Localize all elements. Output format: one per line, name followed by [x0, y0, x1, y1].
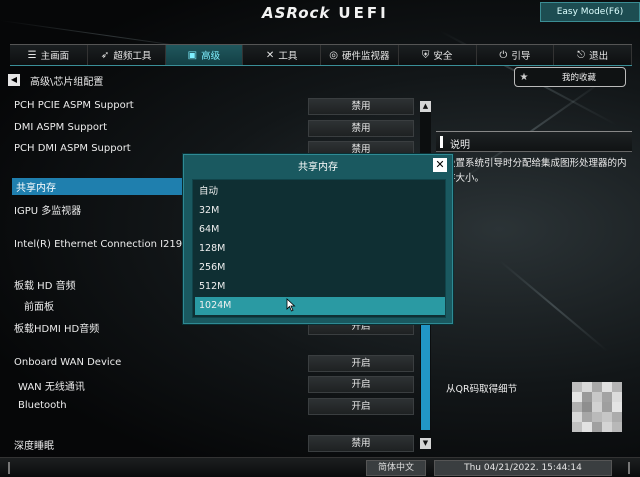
setting-label: Onboard WAN Device — [14, 357, 122, 368]
scrollbar-thumb[interactable] — [421, 318, 430, 430]
language-button[interactable]: 简体中文 — [366, 460, 426, 476]
description-marker — [440, 136, 443, 148]
list-icon: ☰ — [27, 49, 37, 61]
option-item-selected[interactable]: 1024M — [195, 297, 445, 315]
description-header: 说明 — [436, 131, 632, 152]
setting-value-dropdown[interactable]: 禁用 — [308, 435, 414, 452]
status-footer: 简体中文 Thu 04/21/2022. 15:44:14 — [0, 457, 640, 477]
qr-code-label: 从QR码取得细节 — [446, 384, 518, 395]
shield-icon: ⛨ — [421, 49, 430, 61]
tab-security[interactable]: ⛨ 安全 — [398, 45, 477, 65]
setting-label: Bluetooth — [18, 400, 67, 411]
setting-label: 板载 HD 音频 — [14, 281, 76, 292]
option-item[interactable]: 256M — [195, 259, 445, 277]
footer-divider — [628, 462, 630, 474]
description-text: 设置系统引导时分配给集成图形处理器的内存大小。 — [446, 158, 627, 184]
setting-label: DMI ASPM Support — [14, 122, 108, 133]
setting-row[interactable]: Bluetooth 开启 — [12, 398, 414, 416]
tab-main[interactable]: ☰ 主画面 — [10, 45, 88, 65]
option-item[interactable]: 128M — [195, 240, 445, 258]
scroll-down-icon[interactable]: ▼ — [420, 438, 431, 449]
setting-label: PCH DMI ASPM Support — [14, 143, 131, 154]
tools-icon: ✕ — [265, 49, 275, 61]
option-item[interactable]: 自动 — [195, 183, 445, 201]
asrock-logo: ASRock UEFI — [262, 4, 389, 24]
breadcrumb: 高级\芯片组配置 — [30, 77, 104, 88]
tab-exit[interactable]: ⎋ 退出 — [554, 45, 632, 65]
scroll-up-icon[interactable]: ▲ — [420, 101, 431, 112]
setting-label: 板载HDMI HD音频 — [14, 324, 100, 335]
tab-tool[interactable]: ✕ 工具 — [243, 45, 321, 65]
setting-row[interactable]: Onboard WAN Device 开启 — [12, 355, 414, 373]
rocket-icon: ➶ — [100, 49, 110, 61]
option-list: 自动 32M 64M 128M 256M 512M 1024M — [192, 179, 446, 318]
tab-hw-monitor[interactable]: ◎ 硬件监视器 — [321, 45, 399, 65]
dialog-title: 共享内存 — [298, 162, 338, 173]
close-icon[interactable]: ✕ — [433, 158, 447, 172]
monitor-icon: ◎ — [329, 49, 338, 61]
shared-memory-dialog: 共享内存 ✕ 自动 32M 64M 128M 256M 512M 1024M — [183, 154, 453, 324]
setting-row[interactable]: 深度睡眠 禁用 — [12, 435, 414, 453]
uefi-label: UEFI — [338, 4, 389, 22]
setting-label: PCH PCIE ASPM Support — [14, 100, 134, 111]
brand-name: ASRock — [262, 4, 331, 22]
tab-label: 高级 — [201, 51, 221, 62]
folder-icon: ▣ — [187, 49, 198, 61]
tab-label: 主画面 — [40, 51, 70, 62]
tab-label: 引导 — [511, 51, 531, 62]
tab-label: 工具 — [278, 51, 298, 62]
option-item[interactable]: 64M — [195, 221, 445, 239]
setting-value-dropdown[interactable]: 开启 — [308, 398, 414, 415]
date-time-display: Thu 04/21/2022. 15:44:14 — [434, 460, 612, 476]
exit-icon: ⎋ — [577, 49, 586, 61]
setting-label: 深度睡眠 — [14, 441, 54, 452]
main-tab-bar: ☰ 主画面 ➶ 超频工具 ▣ 高级 ✕ 工具 ◎ 硬件监视器 ⛨ 安全 ⏻ 引导 ⎋ 退出 — [10, 44, 632, 66]
star-icon: ★ — [519, 71, 529, 83]
setting-value-dropdown[interactable]: 禁用 — [308, 98, 414, 115]
easy-mode-button[interactable]: Easy Mode(F6) — [540, 2, 640, 22]
back-arrow-icon[interactable]: ◀ — [8, 74, 20, 86]
setting-value-dropdown[interactable]: 禁用 — [308, 120, 414, 137]
setting-label: WAN 无线通讯 — [18, 382, 85, 393]
power-icon: ⏻ — [499, 49, 508, 61]
qr-code — [572, 382, 622, 432]
tab-boot[interactable]: ⏻ 引导 — [476, 45, 555, 65]
tab-label: 硬件监视器 — [341, 51, 390, 62]
setting-row[interactable]: WAN 无线通讯 开启 — [12, 376, 414, 394]
footer-divider — [8, 462, 10, 474]
option-item[interactable]: 512M — [195, 278, 445, 296]
setting-label: 前面板 — [24, 302, 54, 313]
option-item[interactable]: 32M — [195, 202, 445, 220]
favorites-label: 我的收藏 — [561, 73, 596, 83]
setting-row[interactable]: DMI ASPM Support 禁用 — [12, 120, 414, 138]
setting-value-dropdown[interactable]: 开启 — [308, 355, 414, 372]
setting-value-dropdown[interactable]: 开启 — [308, 376, 414, 393]
setting-label: 共享内存 — [12, 178, 184, 195]
mouse-cursor-icon — [286, 298, 296, 312]
tab-oc-tweaker[interactable]: ➶ 超频工具 — [87, 45, 166, 65]
setting-label: IGPU 多监视器 — [14, 206, 82, 217]
tab-label: 超频工具 — [113, 51, 152, 62]
setting-row[interactable]: PCH PCIE ASPM Support 禁用 — [12, 98, 414, 116]
my-favorites-button[interactable]: ★ 我的收藏 — [514, 67, 626, 87]
tab-label: 退出 — [589, 51, 609, 62]
description-title: 说明 — [450, 140, 470, 151]
tab-advanced[interactable]: ▣ 高级 — [165, 45, 244, 65]
setting-label: Intel(R) Ethernet Connection I219-V — [14, 239, 192, 250]
tab-label: 安全 — [433, 51, 453, 62]
